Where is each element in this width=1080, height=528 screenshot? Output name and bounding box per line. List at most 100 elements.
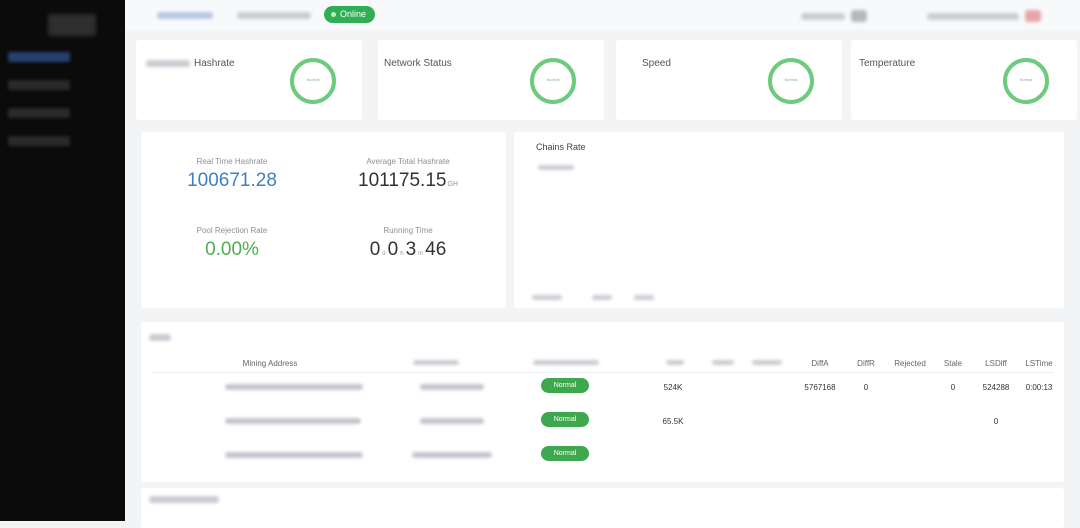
stat-card-hashrate: Hashrate Normal [136, 40, 362, 120]
status-badge: Normal [541, 412, 589, 427]
worker-name [412, 452, 492, 458]
top-bar: Online [125, 0, 1080, 30]
bottom-panel [141, 488, 1064, 528]
logo [48, 14, 96, 36]
metric-value: 101175.15GH [338, 170, 478, 192]
column-header-diffr: DiffR [857, 359, 875, 368]
sidebar [0, 0, 125, 521]
metrics-panel: Real Time Hashrate 100671.28 Average Tot… [141, 132, 506, 308]
stat-title: Speed [642, 58, 671, 69]
logout-icon[interactable] [1025, 10, 1041, 22]
stat-title: Network Status [384, 58, 452, 69]
metric-value: 0 d 0 h 3 m 46 [338, 239, 478, 261]
metric-unit: GH [447, 181, 458, 188]
metric-number: 0.00% [205, 239, 259, 260]
worker-name [420, 418, 484, 424]
status-text: Online [340, 9, 367, 19]
pools-table: Mining Address DiffA DiffR Rejected Stal… [141, 322, 1064, 482]
status-ring: Normal [530, 58, 576, 104]
metric-number: 100671.28 [187, 170, 277, 191]
breadcrumb[interactable] [157, 12, 213, 19]
metric-number: 101175.15 [358, 170, 447, 191]
top-link-1[interactable] [801, 13, 845, 20]
cell-lsdiff: 0 [993, 417, 999, 426]
minutes-value: 3 [405, 239, 417, 260]
table-row: Normal [141, 440, 1064, 474]
cell-lsdiff: 524288 [982, 383, 1010, 392]
stat-title: Hashrate [194, 58, 235, 69]
seconds-value: 46 [425, 239, 447, 260]
stat-prefix [146, 60, 190, 67]
column-header-state [533, 360, 599, 365]
status-ring: Normal [1003, 58, 1049, 104]
column-header-priority [712, 360, 734, 365]
legend-item-3[interactable] [634, 295, 654, 300]
ring-label: Normal [306, 77, 320, 82]
status-badge: Online [324, 6, 376, 23]
hours-value: 0 [387, 239, 399, 260]
sidebar-item-1[interactable] [8, 52, 70, 62]
metric-label: Pool Rejection Rate [196, 226, 268, 235]
status-ring: Normal [768, 58, 814, 104]
running-time: Running Time 0 d 0 h 3 m 46 [338, 226, 478, 261]
top-link-2[interactable] [927, 13, 1019, 20]
model-label [237, 12, 311, 19]
ring-label: Normal [546, 77, 560, 82]
chains-rate-panel: Chains Rate [514, 132, 1064, 308]
column-header-address: Mining Address [242, 359, 298, 368]
mining-address [225, 384, 363, 390]
table-row: Normal 65.5K 0 [141, 406, 1064, 440]
column-header-diffa: DiffA [811, 359, 829, 368]
status-badge: Normal [541, 446, 589, 461]
cell-diff: 65.5K [662, 417, 684, 426]
stat-title: Temperature [859, 58, 916, 69]
cell-diff: 524K [663, 383, 683, 392]
sidebar-item-3[interactable] [8, 108, 70, 118]
cell-lstime: 0:00:13 [1025, 383, 1053, 392]
realtime-hashrate: Real Time Hashrate 100671.28 [162, 157, 302, 192]
column-header-stale: Stale [943, 359, 963, 368]
rejection-rate: Pool Rejection Rate 0.00% [162, 226, 302, 261]
main-content: Online Hashrate Normal Network Status No… [125, 0, 1080, 528]
days-unit: d [382, 251, 386, 257]
minutes-unit: m [418, 251, 424, 257]
table-row: Normal 524K 5767168 0 0 524288 0:00:13 [141, 372, 1064, 406]
ring-label: Normal [784, 77, 798, 82]
metric-value: 100671.28 [162, 170, 302, 192]
mining-address [225, 452, 363, 458]
average-hashrate: Average Total Hashrate 101175.15GH [338, 157, 478, 192]
stat-card-temperature: Temperature Normal [851, 40, 1077, 120]
column-header-lsdiff: LSDiff [985, 359, 1007, 368]
chart-title: Chains Rate [536, 142, 586, 152]
column-header-diff [666, 360, 684, 365]
legend-item-2[interactable] [592, 295, 612, 300]
cell-diffa: 5767168 [804, 383, 836, 392]
ring-label: Normal [1019, 77, 1033, 82]
status-badge: Normal [541, 378, 589, 393]
stat-card-speed: Speed Normal [616, 40, 842, 120]
sidebar-item-4[interactable] [8, 136, 70, 146]
column-header-lstime: LSTime [1025, 359, 1053, 368]
metric-value: 0.00% [162, 239, 302, 261]
hours-unit: h [400, 251, 404, 257]
column-header-rejected: Rejected [894, 359, 926, 368]
days-value: 0 [369, 239, 381, 260]
mining-address [225, 418, 361, 424]
legend-item-1[interactable] [532, 295, 562, 300]
status-ring: Normal [290, 58, 336, 104]
table-title [149, 334, 171, 341]
section-title [149, 496, 219, 503]
cell-stale: 0 [950, 383, 956, 392]
column-header-accepted [752, 360, 782, 365]
metric-label: Real Time Hashrate [196, 157, 268, 166]
sidebar-item-2[interactable] [8, 80, 70, 90]
cell-diffr: 0 [863, 383, 869, 392]
worker-name [420, 384, 484, 390]
metric-label: Running Time [383, 226, 433, 235]
column-header-worker [413, 360, 459, 365]
metric-label: Average Total Hashrate [366, 157, 450, 166]
status-dot-icon [331, 12, 336, 17]
stat-card-network: Network Status Normal [378, 40, 604, 120]
language-icon[interactable] [851, 10, 867, 22]
chart-legend [538, 165, 574, 170]
